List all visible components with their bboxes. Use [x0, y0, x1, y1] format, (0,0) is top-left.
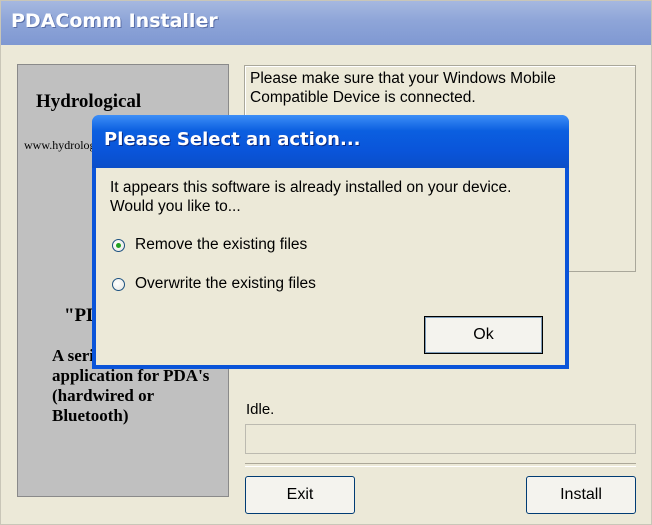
branding-org: Hydrological — [36, 91, 142, 112]
progress-bar — [245, 424, 636, 454]
window-title: PDAComm Installer — [11, 10, 218, 32]
dialog-body: It appears this software is already inst… — [96, 168, 565, 365]
select-action-dialog: Please Select an action... It appears th… — [92, 115, 569, 369]
window-titlebar[interactable]: PDAComm Installer — [1, 1, 651, 45]
dialog-titlebar[interactable]: Please Select an action... — [92, 115, 569, 168]
overwrite-files-label[interactable]: Overwrite the existing files — [135, 275, 316, 293]
remove-files-label[interactable]: Remove the existing files — [135, 236, 307, 254]
dialog-title: Please Select an action... — [104, 129, 361, 150]
radio-checked-icon[interactable] — [112, 238, 125, 252]
radio-unchecked-icon[interactable] — [112, 277, 125, 291]
separator — [245, 463, 636, 467]
exit-button[interactable]: Exit — [245, 476, 355, 514]
dialog-message: It appears this software is already inst… — [110, 179, 512, 215]
ok-button[interactable]: Ok — [424, 316, 543, 354]
install-button[interactable]: Install — [526, 476, 636, 514]
remove-files-option[interactable]: Remove the existing files — [112, 236, 307, 254]
status-label: Idle. — [246, 401, 275, 418]
overwrite-files-option[interactable]: Overwrite the existing files — [112, 275, 316, 293]
